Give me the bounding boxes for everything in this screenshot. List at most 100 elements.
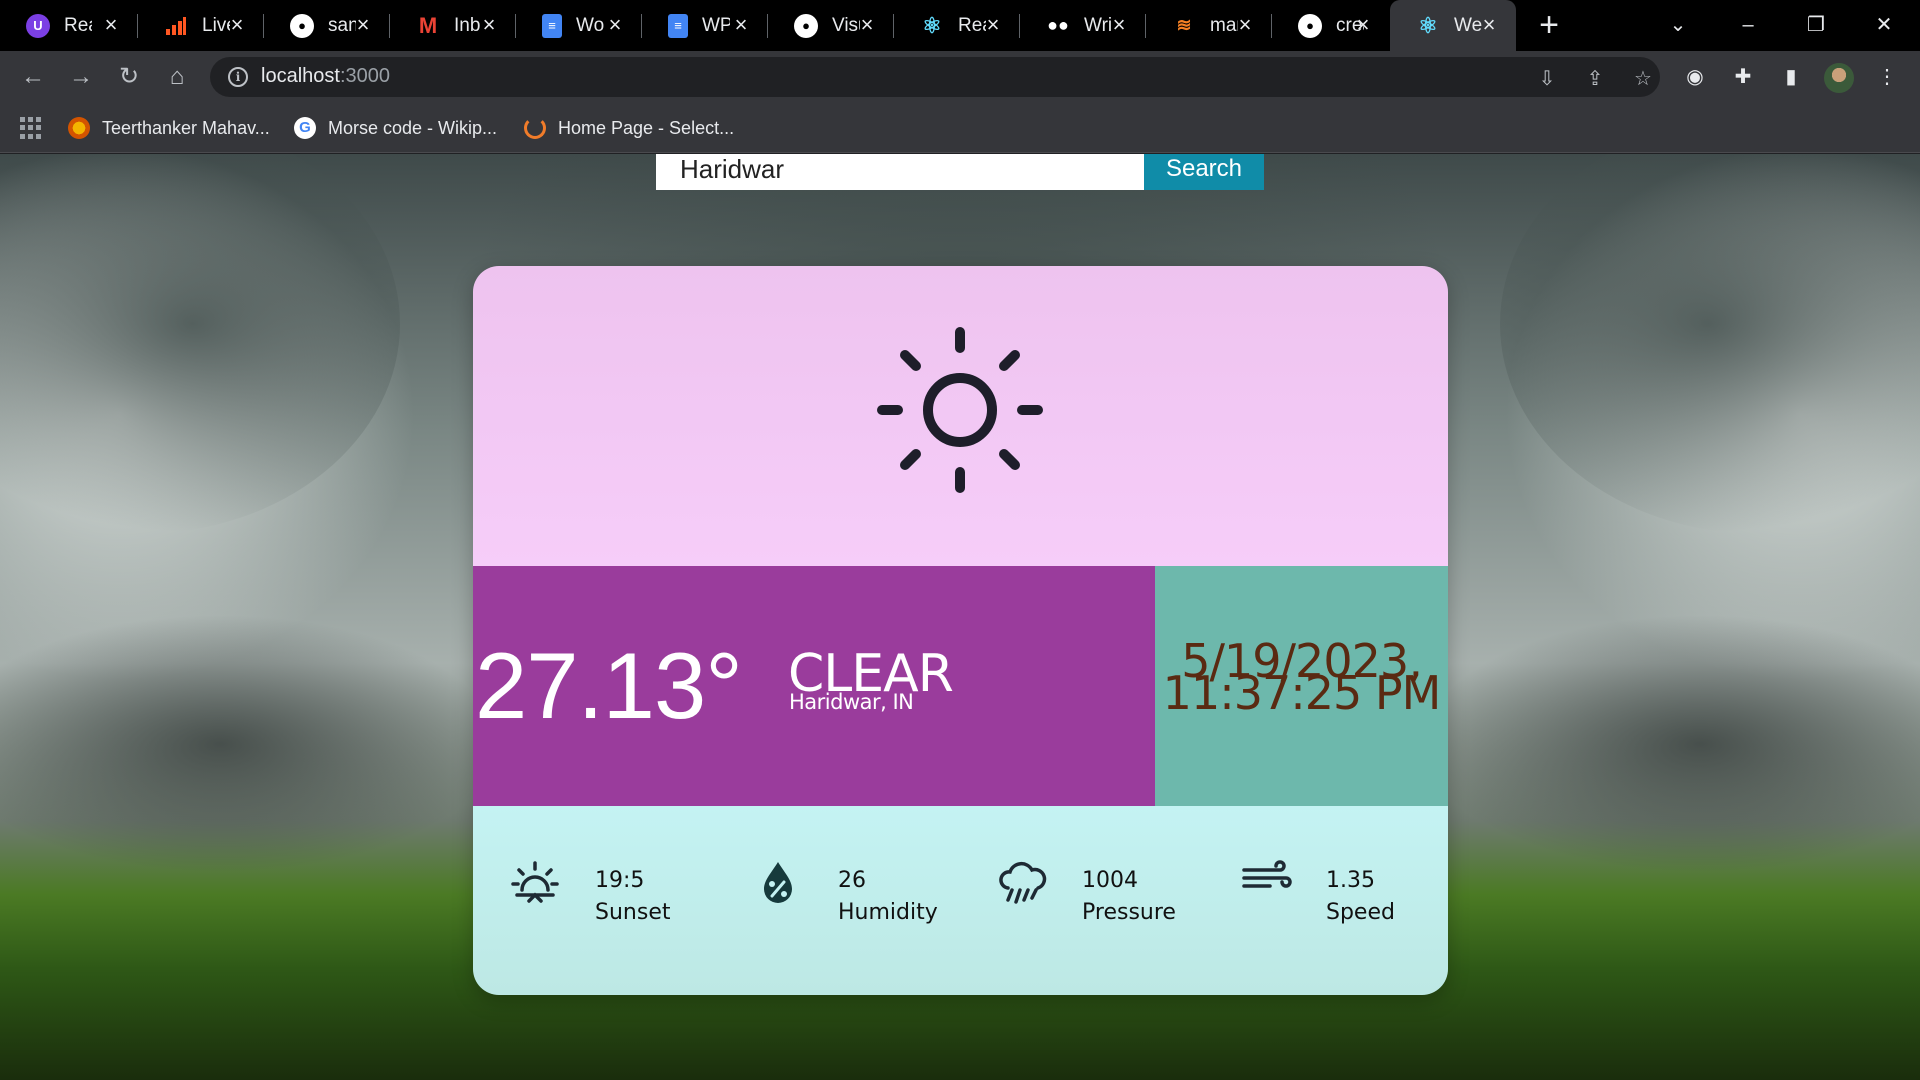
github-icon: ● [1298, 13, 1322, 38]
apps-grid-icon[interactable] [20, 117, 42, 139]
location-label: Haridwar, IN [789, 690, 914, 714]
gmail-icon: M [418, 12, 438, 38]
time-text: 11:37:25 PM [1162, 666, 1442, 720]
share-icon[interactable]: ⇪ [1582, 66, 1608, 92]
close-icon[interactable]: × [1108, 14, 1130, 36]
browser-tab[interactable]: ≋ mar × [1146, 0, 1272, 51]
new-tab-button[interactable]: + [1532, 8, 1566, 43]
url-port: :3000 [339, 65, 390, 87]
browser-tab[interactable]: M Inb × [390, 0, 516, 51]
weather-icon-panel [473, 266, 1448, 566]
close-icon[interactable]: × [352, 14, 374, 36]
forward-button[interactable]: → [64, 60, 98, 94]
bookmark-star-icon[interactable]: ☆ [1630, 66, 1656, 92]
url-host: localhost [261, 65, 340, 87]
stats-panel: 19:5 Sunset 26 Humidity 1004 Pressure 1.… [473, 806, 1448, 995]
stat-value: 19:5 [595, 868, 645, 893]
storm-cloud-background [0, 154, 400, 534]
close-icon[interactable]: × [982, 14, 1004, 36]
weather-card: 27.13° CLEAR Haridwar, IN 5/19/2023, 11:… [473, 266, 1448, 995]
close-icon[interactable]: × [730, 14, 752, 36]
side-panel-icon[interactable]: ▮ [1774, 60, 1808, 94]
browser-tab[interactable]: ●● Wri × [1020, 0, 1146, 51]
install-icon[interactable]: ⇩ [1534, 66, 1560, 92]
stat-label: Pressure [1082, 900, 1176, 925]
stackoverflow-icon: ≋ [1176, 15, 1192, 35]
close-window-button[interactable]: ✕ [1864, 9, 1904, 41]
bookmark-label: Teerthanker Mahav... [102, 117, 270, 138]
stat-label: Sunset [595, 900, 671, 925]
rain-cloud-icon [999, 861, 1047, 904]
close-icon[interactable]: × [100, 14, 122, 36]
browser-tab[interactable]: U Rea × [0, 0, 138, 51]
close-icon[interactable]: × [1352, 14, 1374, 36]
github-icon: ● [794, 13, 818, 38]
stat-value: 1004 [1082, 868, 1138, 893]
close-icon[interactable]: × [1478, 14, 1500, 36]
datetime-panel: 5/19/2023, 11:37:25 PM [1155, 566, 1448, 806]
browser-tab[interactable]: ● Visu × [768, 0, 894, 51]
tab-strip: U Rea × Live × ● san × M Inb × ≡ Wo × ≡ … [0, 0, 1920, 51]
bookmarks-bar: Teerthanker Mahav... G Morse code - Wiki… [0, 103, 1920, 153]
city-search-input[interactable] [656, 154, 1144, 190]
close-icon[interactable]: × [478, 14, 500, 36]
close-icon[interactable]: × [856, 14, 878, 36]
browser-tab[interactable]: Live × [138, 0, 264, 51]
storm-cloud-background [1500, 154, 1920, 534]
stat-label: Speed [1326, 900, 1395, 925]
menu-kebab-icon[interactable]: ⋮ [1870, 60, 1904, 94]
address-url: localhost:3000 [261, 65, 390, 88]
selectcode-icon [524, 117, 546, 139]
tab-search-chevron-icon[interactable]: ⌄ [1658, 9, 1698, 41]
storm-cloud-background [1420, 614, 1920, 874]
reload-button[interactable]: ↻ [112, 60, 146, 94]
camera-icon[interactable]: ◉ [1678, 60, 1712, 94]
close-icon[interactable]: × [1234, 14, 1256, 36]
bookmark-item[interactable]: Home Page - Select... [524, 115, 734, 141]
tab-title: Rea [64, 14, 92, 36]
temperature-panel: 27.13° CLEAR Haridwar, IN [473, 566, 1155, 806]
site-info-icon[interactable]: i [228, 67, 248, 87]
browser-tab[interactable]: ≡ Wo × [516, 0, 642, 51]
bookmark-item[interactable]: G Morse code - Wikip... [294, 115, 497, 141]
docs-icon: ≡ [542, 13, 562, 38]
university-icon [68, 117, 90, 139]
bookmark-item[interactable]: Teerthanker Mahav... [68, 115, 270, 141]
browser-toolbar: ← → ↻ ⌂ i localhost:3000 ⇩ ⇪ ☆ ◉ ✚ ▮ ⋮ [0, 51, 1920, 103]
browser-tab[interactable]: ● crea × [1272, 0, 1390, 51]
browser-tab-active[interactable]: ⚛ We × [1390, 0, 1516, 51]
stat-label: Humidity [838, 900, 938, 925]
close-icon[interactable]: × [226, 14, 248, 36]
docs-icon: ≡ [668, 13, 688, 38]
temperature-value: 27.13° [475, 633, 743, 738]
u-logo-icon: U [26, 13, 50, 38]
humidity-icon [764, 862, 792, 903]
back-button[interactable]: ← [16, 60, 50, 94]
restore-button[interactable]: ❐ [1796, 9, 1836, 41]
bookmark-label: Home Page - Select... [558, 117, 735, 138]
stat-value: 26 [838, 868, 866, 893]
browser-tab[interactable]: ⚛ Rea × [894, 0, 1020, 51]
extensions-icon[interactable]: ✚ [1726, 60, 1760, 94]
tab-title: WP [702, 14, 730, 36]
search-button[interactable]: Search [1144, 154, 1264, 190]
bars-logo-icon [164, 14, 188, 38]
react-icon: ⚛ [922, 12, 942, 38]
minimize-button[interactable]: – [1728, 9, 1768, 41]
search-bar: Search [656, 154, 1264, 190]
profile-avatar[interactable] [1824, 63, 1854, 93]
browser-tab[interactable]: ≡ WP × [642, 0, 768, 51]
sunset-icon [511, 861, 559, 903]
react-icon: ⚛ [1418, 12, 1438, 38]
storm-cloud-background [0, 614, 500, 874]
sun-icon [877, 327, 1043, 493]
github-icon: ● [290, 13, 314, 38]
tab-title: Wo [576, 14, 604, 36]
weather-app-page: Search 27.13° CLEAR Haridwar [0, 154, 1920, 1080]
wind-icon [1242, 860, 1292, 888]
address-bar[interactable]: i localhost:3000 ⇩ ⇪ ☆ [210, 57, 1660, 97]
home-button[interactable]: ⌂ [160, 60, 194, 94]
browser-tab[interactable]: ● san × [264, 0, 390, 51]
google-icon: G [294, 117, 316, 139]
close-icon[interactable]: × [604, 14, 626, 36]
